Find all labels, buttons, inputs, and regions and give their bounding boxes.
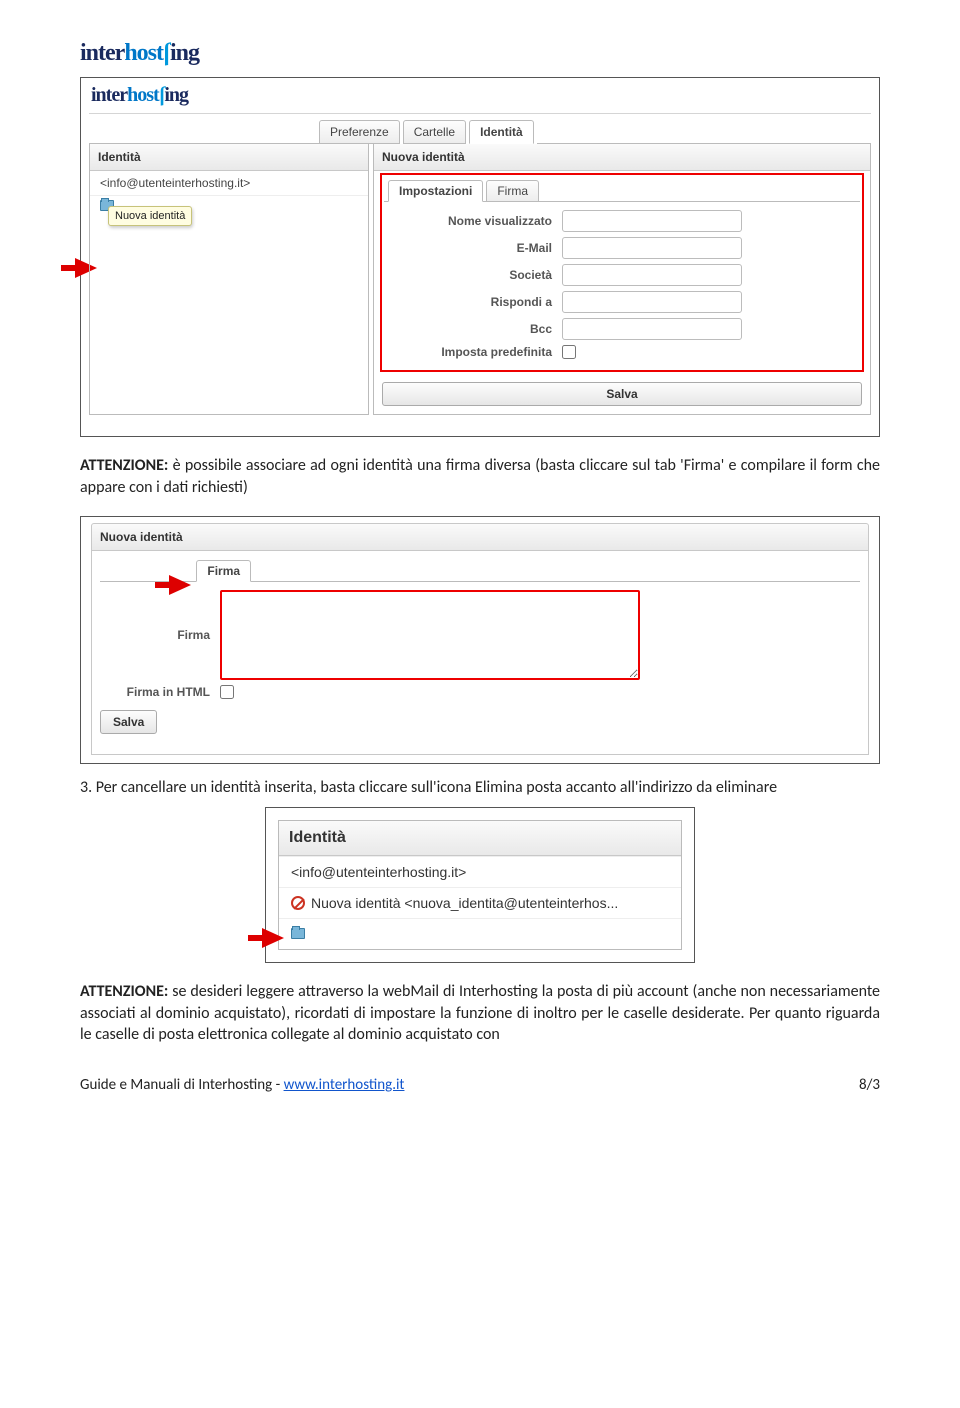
label-firma-html: Firma in HTML xyxy=(100,685,220,699)
subtab-firma[interactable]: Firma xyxy=(486,180,539,202)
step-3-text: 3. Per cancellare un identità inserita, … xyxy=(80,778,880,797)
app-logo: interhostſing xyxy=(81,78,879,113)
identity-row[interactable]: <info@utenteinterhosting.it> xyxy=(279,856,681,887)
delete-icon[interactable] xyxy=(291,896,305,910)
footer-link[interactable]: www.interhosting.it xyxy=(284,1076,405,1094)
identity-row[interactable]: Nuova identità <nuova_identita@utenteint… xyxy=(279,887,681,918)
html-signature-checkbox[interactable] xyxy=(220,685,234,699)
document-logo: interhostſing xyxy=(80,40,880,67)
callout-arrow-icon xyxy=(262,928,284,948)
subtab-impostazioni[interactable]: Impostazioni xyxy=(388,180,483,202)
label-firma: Firma xyxy=(100,628,220,642)
identity-form-panel: Nuova identità Impostazioni Firma Nome v… xyxy=(373,144,871,415)
identities-sidebar: Identità <info@utenteinterhosting.it> Nu… xyxy=(89,144,369,415)
tooltip-new-identity: Nuova identità xyxy=(108,206,192,226)
label-company: Società xyxy=(392,268,562,282)
display-name-input[interactable] xyxy=(562,210,742,232)
company-input[interactable] xyxy=(562,264,742,286)
label-display-name: Nome visualizzato xyxy=(392,214,562,228)
attention-paragraph-1: ATTENZIONE: è possibile associare ad ogn… xyxy=(80,455,880,498)
page-footer: Guide e Manuali di Interhosting - www.in… xyxy=(80,1076,880,1094)
subtab-firma[interactable]: Firma xyxy=(196,560,251,582)
panel-title: Nuova identità xyxy=(374,144,870,171)
label-bcc: Bcc xyxy=(392,322,562,336)
footer-text: Guide e Manuali di Interhosting - xyxy=(80,1076,284,1094)
identity-row-label: Nuova identità <nuova_identita@utenteint… xyxy=(311,895,618,911)
email-input[interactable] xyxy=(562,237,742,259)
highlighted-form-area: Impostazioni Firma Nome visualizzato E-M… xyxy=(380,173,864,372)
default-checkbox[interactable] xyxy=(562,345,576,359)
panel-title: Nuova identità xyxy=(91,523,869,551)
tab-cartelle[interactable]: Cartelle xyxy=(403,120,466,144)
label-email: E-Mail xyxy=(392,241,562,255)
label-reply-to: Rispondi a xyxy=(392,295,562,309)
attention-paragraph-2: ATTENZIONE: se desideri leggere attraver… xyxy=(80,981,880,1046)
tab-preferenze[interactable]: Preferenze xyxy=(319,120,400,144)
panel-title: Identità xyxy=(279,821,681,856)
screenshot-identity-list: Identità <info@utenteinterhosting.it> Nu… xyxy=(265,807,695,963)
signature-textarea[interactable] xyxy=(220,590,640,680)
label-default: Imposta predefinita xyxy=(392,345,562,359)
add-identity-button[interactable] xyxy=(279,918,681,949)
screenshot-identities-settings: interhostſing Preferenze Cartelle Identi… xyxy=(80,77,880,437)
save-button[interactable]: Salva xyxy=(100,710,157,734)
screenshot-firma-tab: Nuova identità Impostazioni Firma Firma … xyxy=(80,516,880,764)
reply-to-input[interactable] xyxy=(562,291,742,313)
save-button[interactable]: Salva xyxy=(382,382,862,406)
tab-identita[interactable]: Identità xyxy=(469,120,534,144)
page-number: 8/3 xyxy=(859,1076,880,1094)
identity-item[interactable]: <info@utenteinterhosting.it> xyxy=(90,171,368,196)
callout-arrow-icon xyxy=(169,575,191,595)
bcc-input[interactable] xyxy=(562,318,742,340)
folder-icon xyxy=(291,928,305,939)
sidebar-title: Identità xyxy=(90,144,368,171)
